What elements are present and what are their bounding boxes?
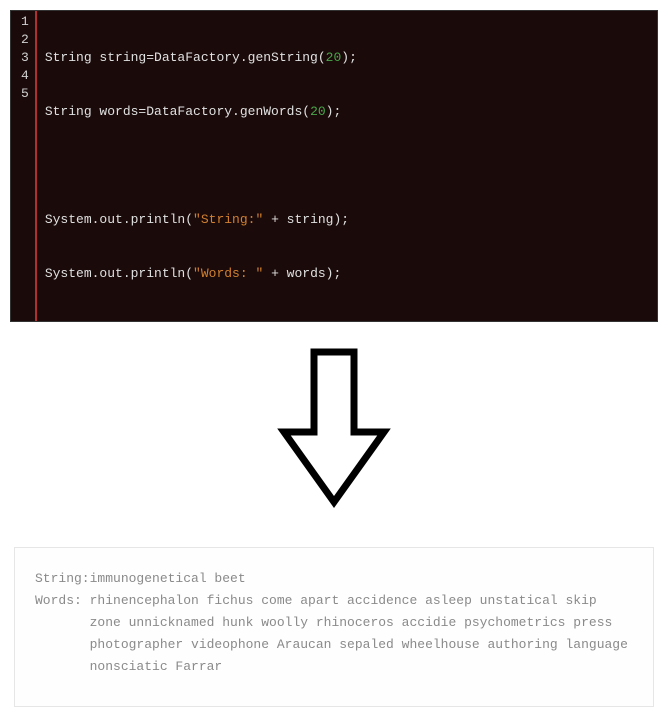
output-text: rhinencephalon fichus come apart acciden…: [90, 590, 633, 678]
code-block: 1 2 3 4 5 String string=DataFactory.genS…: [10, 10, 658, 322]
output-label: Words:: [35, 590, 90, 612]
output-row: String: immunogenetical beet: [35, 568, 633, 590]
code-line: System.out.println("String:" + string);: [45, 211, 357, 229]
line-number: 1: [21, 13, 29, 31]
code-line: String words=DataFactory.genWords(20);: [45, 103, 357, 121]
code-lines: String string=DataFactory.genString(20);…: [37, 11, 365, 321]
arrow-down-icon: [274, 342, 394, 512]
code-line: System.out.println("Words: " + words);: [45, 265, 357, 283]
code-line: [45, 157, 357, 175]
line-number: 3: [21, 49, 29, 67]
output-label: String:: [35, 568, 90, 590]
arrow-wrap: [10, 342, 658, 517]
output-text: immunogenetical beet: [90, 568, 246, 590]
line-number: 2: [21, 31, 29, 49]
code-line: String string=DataFactory.genString(20);: [45, 49, 357, 67]
line-number: 4: [21, 67, 29, 85]
line-number: 5: [21, 85, 29, 103]
line-gutter: 1 2 3 4 5: [11, 11, 37, 321]
output-block: String: immunogenetical beet Words: rhin…: [14, 547, 654, 707]
output-row: Words: rhinencephalon fichus come apart …: [35, 590, 633, 678]
